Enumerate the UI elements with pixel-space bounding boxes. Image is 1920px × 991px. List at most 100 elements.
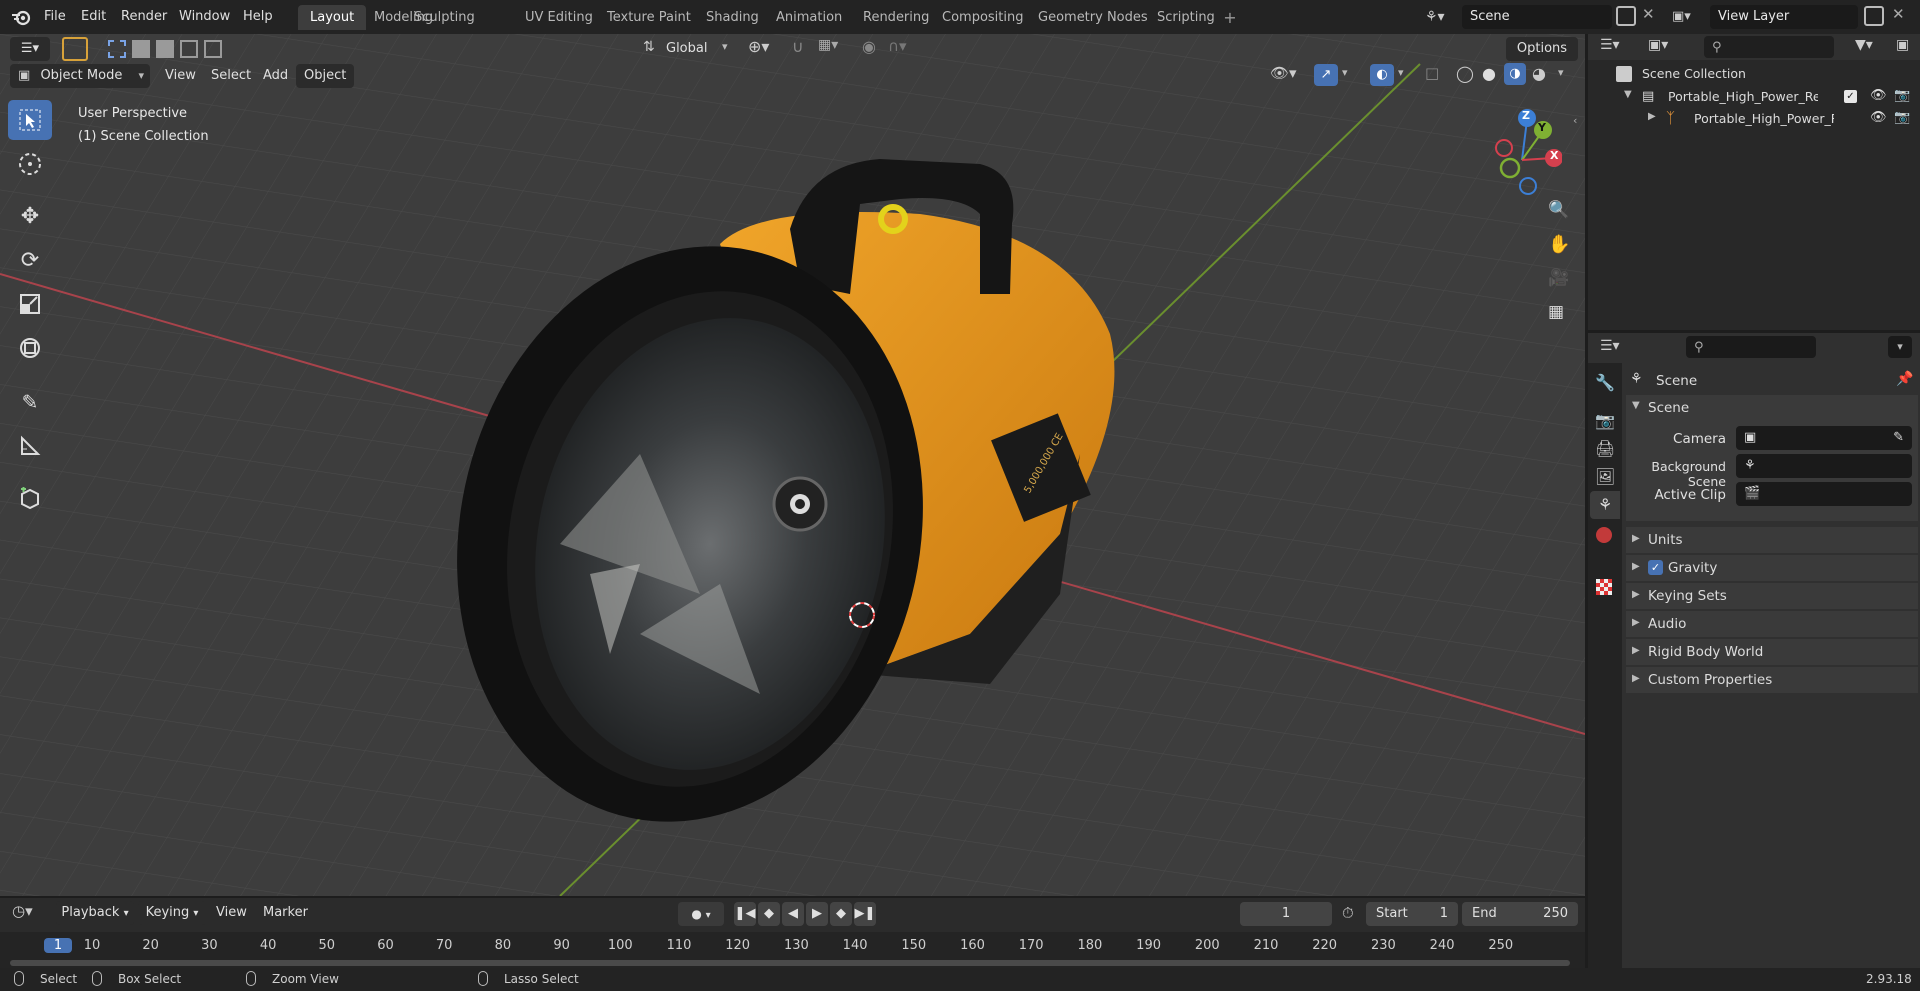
properties-editor-type-icon[interactable]: ☰▾: [1600, 338, 1620, 354]
rotate-tool-icon[interactable]: ⟳: [8, 240, 52, 280]
viewport-menu-add[interactable]: Add: [255, 64, 296, 88]
viewport-menu-select[interactable]: Select: [203, 64, 259, 88]
tab-scripting[interactable]: Scripting: [1145, 5, 1227, 30]
menu-window[interactable]: Window: [170, 4, 239, 30]
blender-logo-icon[interactable]: [10, 7, 32, 27]
select-box-tool-icon[interactable]: [8, 100, 52, 140]
select-mode-icon[interactable]: [62, 37, 88, 61]
select-new-icon[interactable]: [108, 40, 126, 58]
rendered-shading-icon[interactable]: ◕: [1532, 64, 1546, 83]
camera-field[interactable]: ▣ ✎: [1736, 426, 1912, 450]
jump-end-icon[interactable]: ▶❚: [854, 902, 876, 926]
timeline-menu-marker[interactable]: Marker: [255, 901, 316, 925]
keying-sets-section-header[interactable]: ▶ Keying Sets: [1626, 583, 1918, 609]
editor-type-button[interactable]: ☰▾: [10, 37, 50, 61]
timeline-editor-type-icon[interactable]: ◷▾: [12, 902, 33, 920]
pin-icon[interactable]: 📌: [1896, 371, 1913, 387]
gizmo-chevron-icon[interactable]: ▾: [1342, 66, 1348, 79]
properties-options-chevron-icon[interactable]: ▾: [1888, 336, 1912, 358]
viewport-menu-view[interactable]: View: [157, 64, 204, 88]
play-reverse-icon[interactable]: ◀: [782, 902, 804, 926]
tab-compositing[interactable]: Compositing: [930, 5, 1036, 30]
view-layer-field[interactable]: View Layer: [1710, 5, 1858, 29]
tool-tab-icon[interactable]: 🔧: [1595, 373, 1615, 392]
background-scene-field[interactable]: ⚘: [1736, 454, 1912, 478]
render-tab-icon[interactable]: 📷: [1595, 411, 1615, 430]
overlays-toggle-icon[interactable]: ◐: [1370, 64, 1394, 86]
properties-search-input[interactable]: ⚲: [1686, 336, 1816, 358]
tab-layout[interactable]: Layout: [298, 5, 367, 30]
new-collection-icon[interactable]: ▣: [1896, 37, 1909, 53]
keying-menu[interactable]: Keying ▾: [138, 901, 206, 925]
visibility-eye-icon[interactable]: 👁: [1870, 88, 1887, 103]
navigation-gizmo[interactable]: Z Y X: [1482, 106, 1563, 196]
pivot-point-icon[interactable]: ⊕▾: [748, 37, 769, 56]
play-icon[interactable]: ▶: [806, 902, 828, 926]
move-tool-icon[interactable]: ✥: [8, 196, 52, 236]
tab-shading[interactable]: Shading: [694, 5, 771, 30]
select-difference-icon[interactable]: [180, 40, 198, 58]
rigid-body-world-section-header[interactable]: ▶ Rigid Body World: [1626, 639, 1918, 665]
scene-section-header[interactable]: ▼ Scene: [1626, 395, 1918, 421]
output-tab-icon[interactable]: 🖨: [1595, 439, 1615, 458]
select-intersect-icon[interactable]: [204, 40, 222, 58]
start-frame-field[interactable]: Start 1: [1366, 902, 1458, 926]
eyedropper-icon[interactable]: ✎: [1893, 426, 1904, 450]
menu-file[interactable]: File: [35, 4, 75, 30]
copy-view-layer-icon[interactable]: [1864, 6, 1884, 26]
timeline-menu-view[interactable]: View: [208, 901, 255, 925]
tab-geometry-nodes[interactable]: Geometry Nodes: [1026, 5, 1160, 30]
render-camera-icon[interactable]: 📷: [1894, 88, 1910, 103]
menu-edit[interactable]: Edit: [72, 4, 115, 30]
tab-texture-paint[interactable]: Texture Paint: [595, 5, 703, 30]
solid-shading-icon[interactable]: ●: [1482, 64, 1496, 83]
wireframe-shading-icon[interactable]: ◯: [1456, 64, 1474, 83]
gravity-checkbox[interactable]: ✓: [1648, 560, 1663, 575]
texture-tab-icon[interactable]: [1596, 579, 1612, 595]
tab-uv-editing[interactable]: UV Editing: [513, 5, 605, 30]
falloff-icon[interactable]: ∩▾: [888, 37, 907, 55]
view-layer-tab-icon[interactable]: 🖼: [1595, 467, 1615, 486]
tab-rendering[interactable]: Rendering: [851, 5, 941, 30]
prev-keyframe-icon[interactable]: ◆: [758, 902, 780, 926]
world-tab-icon[interactable]: [1596, 527, 1612, 543]
copy-scene-icon[interactable]: [1616, 6, 1636, 26]
tab-animation[interactable]: Animation: [764, 5, 854, 30]
options-dropdown[interactable]: Options: [1506, 37, 1578, 61]
display-mode-icon[interactable]: ▣▾: [1648, 37, 1668, 53]
filter-icon[interactable]: ▼▾: [1855, 37, 1873, 53]
gizmo-toggle-icon[interactable]: ↗: [1314, 64, 1338, 86]
shading-chevron-icon[interactable]: ▾: [1558, 66, 1564, 79]
units-section-header[interactable]: ▶ Units: [1626, 527, 1918, 553]
playback-menu[interactable]: Playback ▾: [56, 901, 134, 925]
zoom-icon[interactable]: 🔍: [1548, 200, 1569, 220]
3d-viewport[interactable]: 5,000,000 CE ☰▾ ⇅ Global ▾ ⊕▾ ∪ ▦▾ ◉ ∩▾ …: [0, 34, 1585, 896]
close-scene-icon[interactable]: ✕: [1642, 5, 1655, 23]
active-clip-field[interactable]: 🎬: [1736, 482, 1912, 506]
select-extend-icon[interactable]: [132, 40, 150, 58]
outliner-row-collection[interactable]: ▼ ▤ Portable_High_Power_Rechar ✓ 👁 📷: [1588, 86, 1920, 108]
visibility-eye-icon[interactable]: 👁: [1870, 110, 1887, 125]
timeline-scrollbar[interactable]: [10, 960, 1570, 966]
tab-sculpting[interactable]: Sculpting: [402, 5, 487, 30]
view-layer-icon[interactable]: ▣▾: [1672, 6, 1708, 28]
mode-dropdown[interactable]: ▣ Object Mode ▾: [10, 64, 150, 88]
xray-icon[interactable]: □: [1425, 64, 1439, 82]
material-shading-icon[interactable]: ◑: [1504, 63, 1526, 85]
menu-render[interactable]: Render: [112, 4, 176, 30]
select-subtract-icon[interactable]: [156, 40, 174, 58]
end-frame-field[interactable]: End 250: [1462, 902, 1578, 926]
overlays-chevron-icon[interactable]: ▾: [1398, 66, 1404, 79]
snap-icon[interactable]: ∪: [792, 37, 804, 56]
auto-keying-button[interactable]: ● ▾: [678, 902, 724, 926]
snap-target-icon[interactable]: ▦▾: [818, 37, 838, 53]
gravity-section-header[interactable]: ▶ ✓ Gravity: [1626, 555, 1918, 581]
current-frame-marker[interactable]: 1: [44, 938, 72, 953]
annotate-tool-icon[interactable]: ✎: [8, 382, 52, 422]
measure-tool-icon[interactable]: [8, 426, 52, 466]
stopwatch-icon[interactable]: ⏱: [1342, 904, 1354, 922]
frame-ruler[interactable]: 1 10 20 30 40 50 60 70 80 90 100 110 120 130 140 150 160…: [0, 932, 1585, 968]
camera-view-icon[interactable]: 🎥: [1548, 268, 1569, 288]
outliner-row-object[interactable]: ▶ ᛉ Portable_High_Power_Re 👁 📷: [1588, 108, 1920, 130]
scene-collection-row[interactable]: Scene Collection: [1588, 64, 1920, 86]
